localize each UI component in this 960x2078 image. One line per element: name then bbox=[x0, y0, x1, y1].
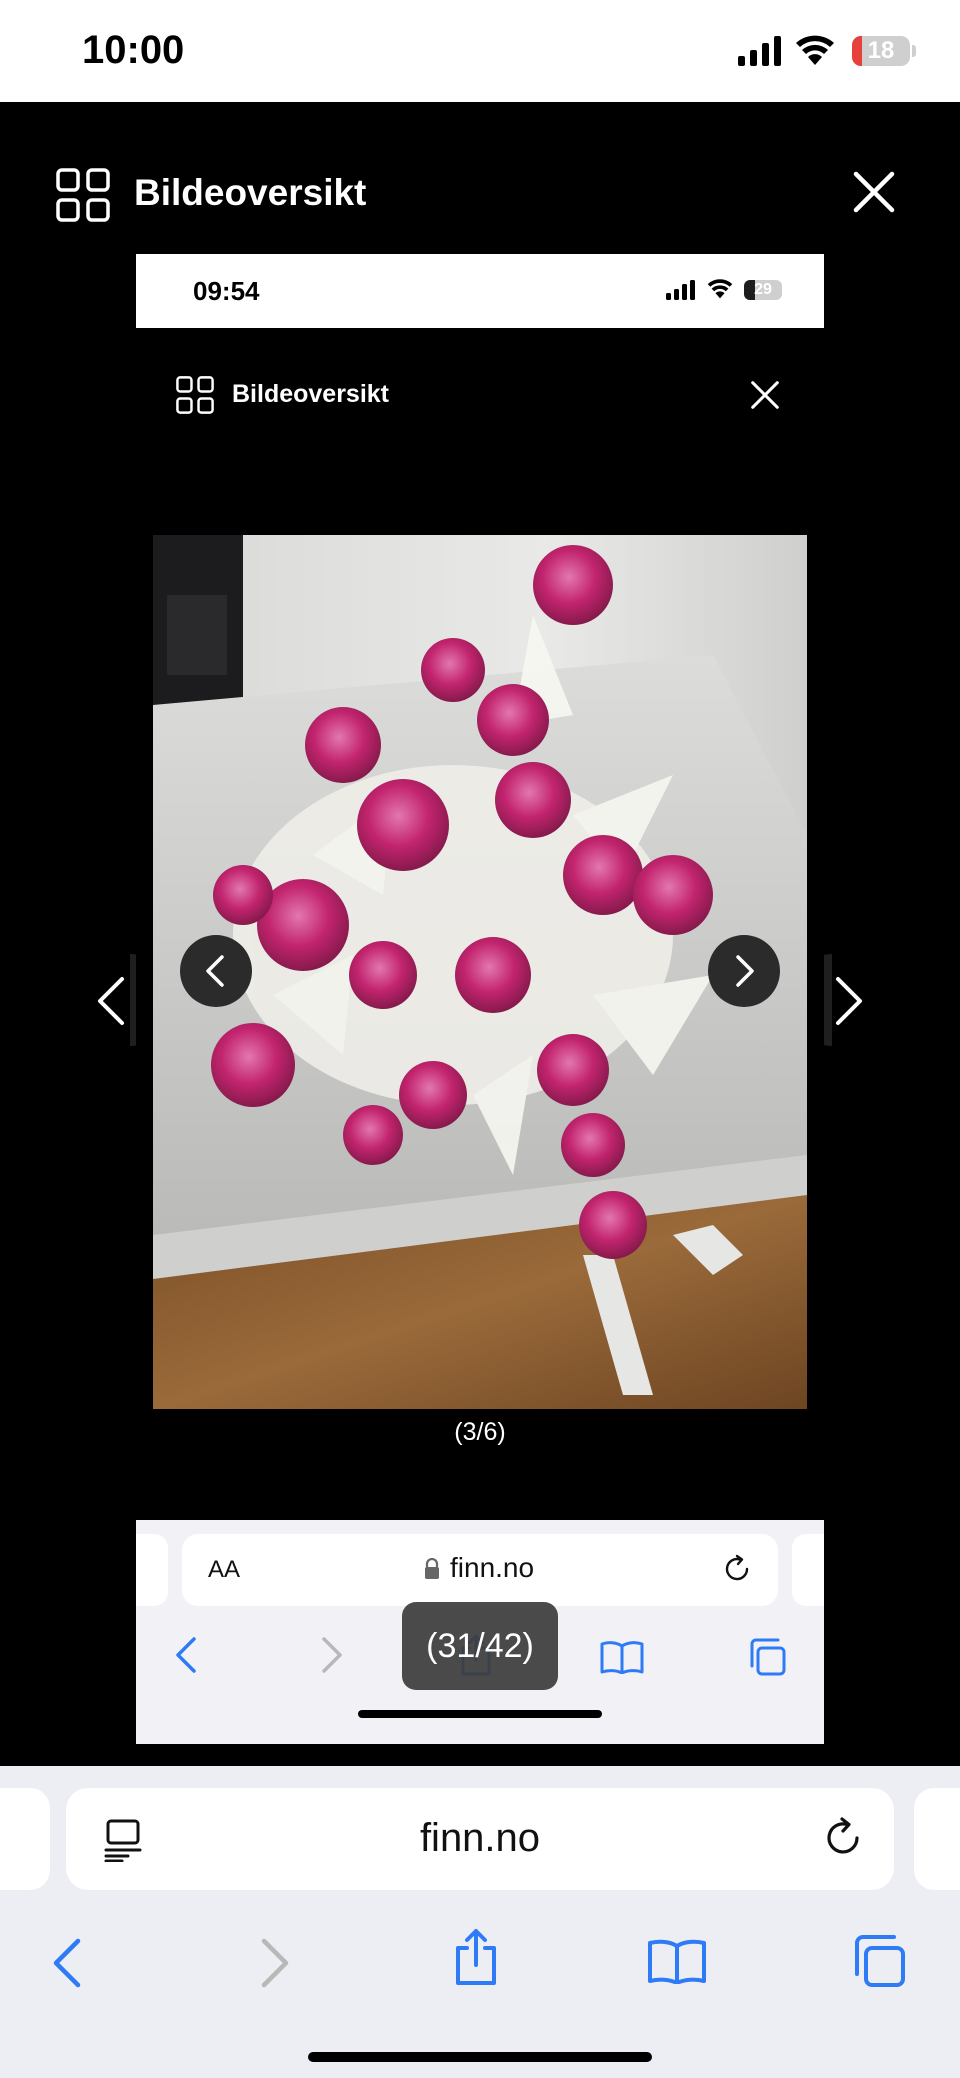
next-tab-preview[interactable] bbox=[914, 1788, 960, 1890]
inner-next-tab bbox=[792, 1534, 824, 1606]
grid-icon[interactable] bbox=[56, 168, 110, 222]
reload-icon[interactable] bbox=[822, 1816, 864, 1860]
battery-tip bbox=[912, 45, 916, 57]
image-counter: (3/6) bbox=[454, 1418, 506, 1446]
wifi-icon bbox=[796, 35, 834, 65]
back-icon bbox=[176, 1637, 196, 1673]
close-icon bbox=[751, 381, 779, 409]
url-domain[interactable]: finn.no bbox=[66, 1816, 894, 1861]
inner-home-indicator bbox=[358, 1710, 602, 1718]
chevron-right-icon[interactable] bbox=[834, 976, 864, 1026]
lock-icon bbox=[425, 1558, 439, 1579]
page-count-tooltip: (31/42) bbox=[402, 1602, 558, 1690]
inner-url-domain: finn.no bbox=[450, 1552, 535, 1583]
inner-url-field: AA finn.no bbox=[182, 1534, 778, 1606]
address-bar[interactable]: finn.no bbox=[66, 1788, 894, 1890]
share-icon[interactable] bbox=[452, 1928, 500, 1986]
back-icon[interactable] bbox=[52, 1938, 82, 1988]
chevron-left-icon[interactable] bbox=[96, 976, 126, 1026]
forward-icon bbox=[322, 1637, 342, 1673]
text-size-button: AA bbox=[208, 1556, 241, 1583]
inner-status-time: 09:54 bbox=[193, 276, 260, 306]
tabs-icon[interactable] bbox=[852, 1934, 906, 1988]
forward-icon bbox=[261, 1938, 289, 1988]
viewer-title[interactable]: Bildeoversikt bbox=[134, 172, 366, 214]
browser-toolbar: finn.no bbox=[0, 1766, 960, 2078]
status-bar: 10:00 18 bbox=[0, 0, 960, 102]
tabs-icon bbox=[750, 1638, 786, 1676]
inner-prev-tab bbox=[136, 1534, 168, 1606]
battery-level: 18 bbox=[867, 37, 895, 64]
battery-icon: 18 bbox=[852, 36, 910, 66]
wifi-icon bbox=[707, 279, 733, 299]
navigation-bar bbox=[0, 1916, 960, 2006]
battery-icon: 29 bbox=[744, 280, 782, 300]
bookmarks-icon[interactable] bbox=[648, 1938, 706, 1984]
inner-next-button bbox=[708, 935, 780, 1007]
status-time: 10:00 bbox=[82, 28, 185, 72]
bookmarks-icon bbox=[600, 1641, 644, 1674]
inner-battery-level: 29 bbox=[754, 281, 772, 298]
grid-icon bbox=[176, 376, 214, 414]
inner-viewer-title: Bildeoversikt bbox=[232, 380, 390, 408]
previous-tab-preview[interactable] bbox=[0, 1788, 50, 1890]
signal-icon bbox=[666, 280, 695, 300]
embedded-screenshot: 09:54 29 Bildeoversikt (3/6) AA finn.no … bbox=[136, 254, 824, 1744]
inner-prev-button bbox=[180, 935, 252, 1007]
close-icon[interactable] bbox=[852, 170, 896, 214]
inner-browser-bar: AA finn.no (31/42) bbox=[136, 1520, 824, 1744]
home-indicator bbox=[308, 2052, 652, 2062]
inner-status-bar: 09:54 29 bbox=[136, 254, 824, 328]
reload-icon bbox=[725, 1554, 749, 1581]
signal-icon bbox=[738, 36, 781, 66]
